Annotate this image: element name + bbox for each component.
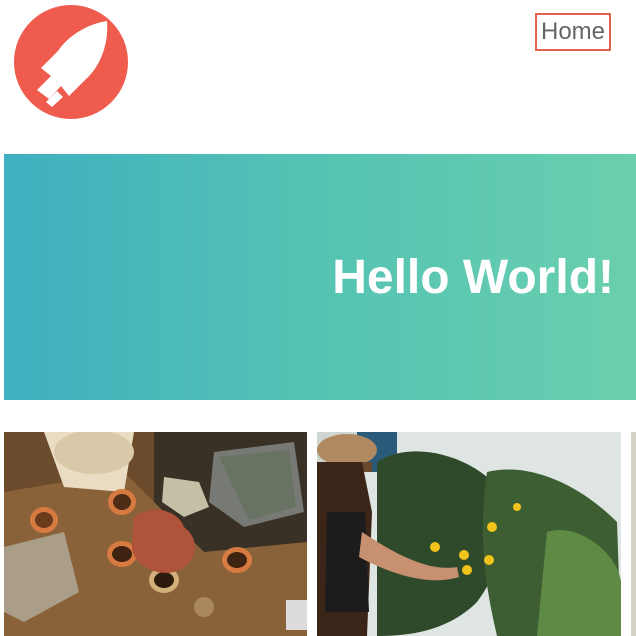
gallery-image-partial[interactable] <box>631 432 636 636</box>
logo-rocket-icon[interactable] <box>13 4 129 120</box>
hero-banner: Hello World! <box>4 154 636 400</box>
rocket-icon <box>14 5 128 119</box>
terrarium-photo <box>4 432 307 636</box>
greenhouse-photo <box>317 432 621 636</box>
nav-home-link[interactable]: Home <box>535 13 611 51</box>
hero-title: Hello World! <box>332 251 614 304</box>
gallery-image-terrarium[interactable] <box>4 432 307 636</box>
gallery-image-greenhouse[interactable] <box>317 432 621 636</box>
